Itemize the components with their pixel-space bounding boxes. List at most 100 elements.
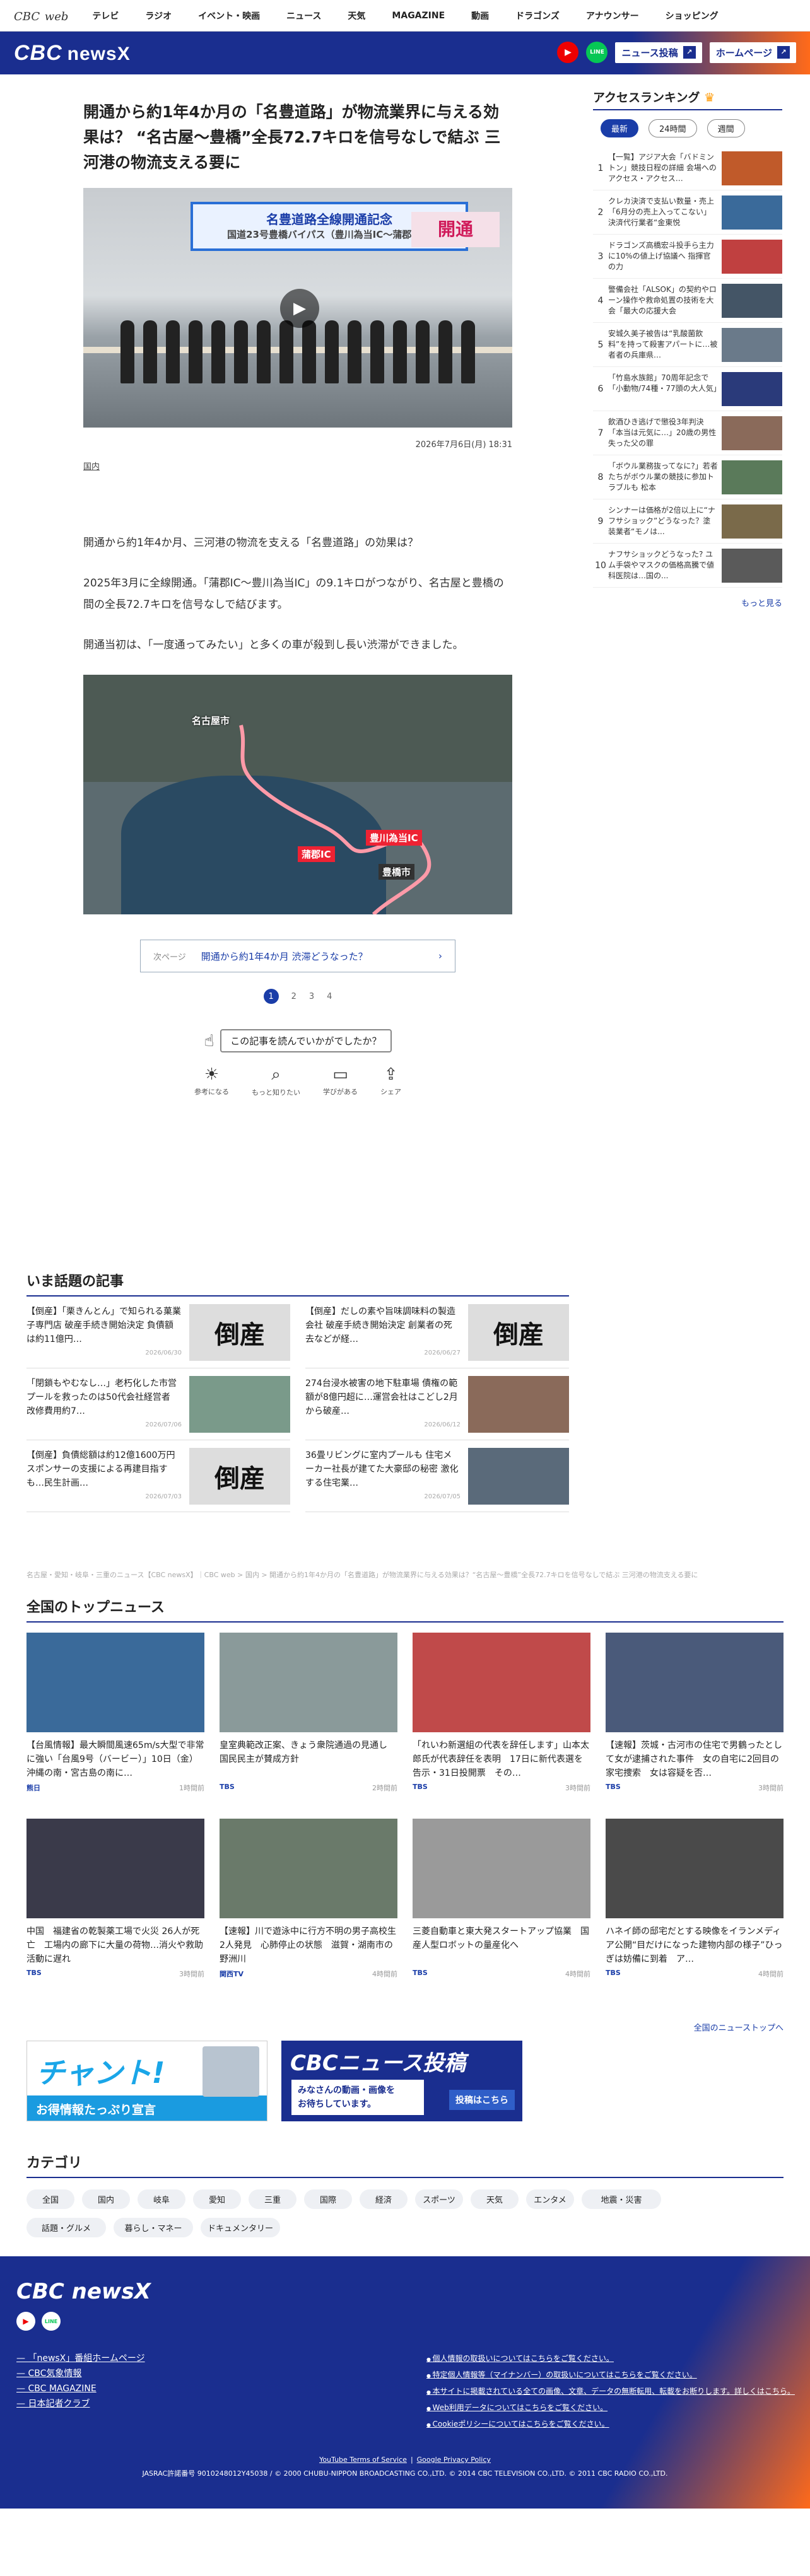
page-2[interactable]: 2 <box>291 992 296 1001</box>
trend-item[interactable]: 274台浸水被害の地下駐車場 債権の範額が8億円超に…運営会社はこどし2月から破… <box>305 1368 569 1440</box>
footer-link[interactable]: 日本記者クラブ <box>16 2396 145 2411</box>
chant-banner[interactable]: チャント! お得情報たっぷり宣言 <box>26 2041 267 2121</box>
category-chip[interactable]: 愛知 <box>193 2189 241 2209</box>
page-4[interactable]: 4 <box>327 992 332 1001</box>
line-icon[interactable]: LINE <box>42 2312 61 2331</box>
rank-thumbnail <box>722 283 782 318</box>
legal-link[interactable]: Cookieポリシーについてはこちらをご覧ください。 <box>426 2416 795 2433</box>
reaction-learn[interactable]: ▭ 学びがある <box>323 1065 358 1097</box>
trend-item[interactable]: 「閉鎖もやむなし…」老朽化した市営プールを救ったのは50代会社経営者 改修費用約… <box>26 1368 290 1440</box>
nav-magazine[interactable]: MAGAZINE <box>392 11 445 21</box>
trend-item[interactable]: 36畳リビングに室内プールも 住宅メーカー社長が建てた大豪邸の秘密 激化する住宅… <box>305 1440 569 1512</box>
category-chip[interactable]: 経済 <box>360 2189 408 2209</box>
ranking-item[interactable]: 1 【一覧】アジア大会「バドミントン」競技日程の詳細 会場へのアクセス・アクセス… <box>593 146 782 190</box>
trend-title: 【倒産】だしの素や旨味調味料の製造会社 破産手続き開始決定 創業者の死去などが経… <box>305 1306 455 1344</box>
breadcrumb[interactable]: 名古屋・愛知・岐阜・三重のニュース【CBC newsX】｜CBC web > 国… <box>26 1570 784 1580</box>
page-1[interactable]: 1 <box>263 989 279 1004</box>
news-card[interactable]: 三菱自動車と東大発スタートアップ協業 国産人型ロボットの量産化へ TBS 4時間前 <box>413 1819 590 2005</box>
yt-terms-link[interactable]: YouTube Terms of Service <box>319 2456 407 2464</box>
gpp-link[interactable]: Google Privacy Policy <box>417 2456 491 2464</box>
page-3[interactable]: 3 <box>309 992 314 1001</box>
category-chip[interactable]: 天気 <box>471 2189 519 2209</box>
news-source: TBS <box>26 1969 42 1977</box>
nav-radio[interactable]: ラジオ <box>145 9 172 22</box>
legal-link[interactable]: 特定個人情報等（マイナンバー）の取扱いについてはこちらをご覧ください。 <box>426 2367 795 2384</box>
youtube-icon[interactable]: ▶ <box>16 2312 35 2331</box>
news-card[interactable]: 「れいわ新選組の代表を辞任します」山本太郎氏が代表辞任を表明 17日に新代表選を… <box>413 1633 590 1819</box>
category-chip[interactable]: エンタメ <box>526 2189 574 2209</box>
category-chip[interactable]: 国内 <box>82 2189 130 2209</box>
ranking-item[interactable]: 8 「ボウル業務抜ってなに?」若者たちがボウル業の競技に参加トラブルも 松本 <box>593 455 782 499</box>
nav-weather[interactable]: 天気 <box>348 9 365 22</box>
category-chip[interactable]: 全国 <box>26 2189 74 2209</box>
trend-item[interactable]: 【倒産】負債総額は約12億1600万円 スポンサーの支援による再建目指すも…民生… <box>26 1440 290 1512</box>
legal-link[interactable]: Web利用データについてはこちらをご覧ください。 <box>426 2400 795 2416</box>
footer-logo[interactable]: CBC newsX <box>16 2279 151 2304</box>
reaction-share[interactable]: ⇪ シェア <box>380 1065 401 1097</box>
footer-link[interactable]: 「newsX」番組ホームページ <box>16 2351 144 2366</box>
category-chip[interactable]: 岐阜 <box>138 2189 185 2209</box>
footer-link[interactable]: CBC MAGAZINE <box>16 2381 145 2396</box>
news-title: 「れいわ新選組の代表を辞任します」山本太郎氏が代表辞任を表明 17日に新代表選を… <box>413 1740 589 1778</box>
tab-latest[interactable]: 最新 <box>601 119 639 137</box>
reaction-more[interactable]: ⌕ もっと知りたい <box>252 1065 300 1097</box>
tab-weekly[interactable]: 週間 <box>707 119 745 137</box>
category-chip[interactable]: スポーツ <box>415 2189 463 2209</box>
news-post-banner[interactable]: CBCニュース投稿 みなさんの動画・画像を お待ちしています。 投稿はこちら <box>281 2041 522 2121</box>
copyright: YouTube Terms of Service | Google Privacy … <box>142 2456 668 2478</box>
newsx-logo[interactable]: CBC newsX <box>14 41 131 66</box>
next-page-link[interactable]: 次ページ 開通から約1年4か月 渋滞どうなった？ › <box>140 940 455 972</box>
ranking-item[interactable]: 2 クレカ決済で支払い数量・売上「6月分の売上入ってこない」決済代行業者“金東悦 <box>593 190 782 235</box>
news-post-banner-button[interactable]: 投稿はこちら <box>449 2090 515 2110</box>
ranking-item[interactable]: 6 「竹島水族館」70周年記念で「小動物/74種・77頭の大人気」 <box>593 367 782 411</box>
reaction-helpful[interactable]: ☀ 参考になる <box>194 1065 229 1097</box>
nav-announcer[interactable]: アナウンサー <box>586 9 639 22</box>
category-chip[interactable]: 三重 <box>249 2189 296 2209</box>
category-chip[interactable]: 地震・災害 <box>582 2189 661 2209</box>
news-post-banner-title: CBCニュース投稿 <box>290 2051 466 2076</box>
category-chip[interactable]: 国際 <box>304 2189 352 2209</box>
news-card[interactable]: 中国 福建省の乾製薬工場で火災 26人が死亡 工場内の廊下に大量の荷物…消火や救… <box>26 1819 204 2005</box>
footer-link[interactable]: CBC気象情報 <box>16 2366 145 2381</box>
ranking-item[interactable]: 5 安城久美子被告は“乳酸菌飲料”を持って殺害アパートに…被者者の兵庫県… <box>593 323 782 367</box>
ranking-item[interactable]: 3 ドラゴンズ高橋宏斗投手ら主力に10%の値上げ協議へ 指揮官の力 <box>593 235 782 279</box>
nav-event[interactable]: イベント・映画 <box>198 9 260 22</box>
nav-news[interactable]: ニュース <box>286 9 321 22</box>
more-link[interactable]: もっと見る <box>593 597 782 609</box>
news-card[interactable]: 【速報】茨城・古河市の住宅で男鶴ったとして女が逮捕された事件 女の自宅に2回目の… <box>606 1633 784 1819</box>
youtube-icon[interactable]: ▶ <box>557 42 579 63</box>
legal-link[interactable]: 個人情報の取扱いについてはこちらをご覧ください。 <box>426 2351 795 2367</box>
article-category[interactable]: 国内 <box>83 460 512 472</box>
category-chip[interactable]: 暮らし・マネー <box>114 2218 193 2237</box>
legal-link[interactable]: 本サイトに掲載されている全ての画像、文章、データの無断転用、転載をお断りします。… <box>426 2384 795 2400</box>
play-icon[interactable]: ▶ <box>280 289 319 328</box>
news-post-button[interactable]: ニュース投稿 ↗ <box>615 42 702 63</box>
category-chip[interactable]: 話題・グルメ <box>26 2218 106 2237</box>
ranking-item[interactable]: 7 飲酒ひき逃げで懲役3年判決「本当は元気に…」20歳の男性失った父の罪 <box>593 411 782 455</box>
news-title: 【速報】川で遊泳中に行方不明の男子高校生2人発見 心肺停止の状態 滋賀・湖南市の… <box>220 1926 396 1964</box>
news-card[interactable]: 【台風情報】最大瞬間風速65m/s大型で非常に強い「台風9号（バービー）」10日… <box>26 1633 204 1819</box>
nav-video[interactable]: 動画 <box>471 9 489 22</box>
nav-tv[interactable]: テレビ <box>92 9 119 22</box>
tab-24h[interactable]: 24時間 <box>649 119 697 137</box>
nav-dragons[interactable]: ドラゴンズ <box>515 9 560 22</box>
trend-item[interactable]: 【倒産】「栗きんとん」で知られる菓業子専門店 破産手続き開始決定 負債額は約11… <box>26 1297 290 1368</box>
top-news-more-link[interactable]: 全国のニューストップへ <box>26 2021 784 2033</box>
homepage-button[interactable]: ホームページ ↗ <box>709 42 796 63</box>
logo-text: CBC <box>14 9 40 23</box>
category-chip[interactable]: ドキュメンタリー <box>201 2218 280 2237</box>
trend-item[interactable]: 【倒産】だしの素や旨味調味料の製造会社 破産手続き開始決定 創業者の死去などが経… <box>305 1297 569 1368</box>
bulb-icon: ☀ <box>204 1065 220 1084</box>
nav-shopping[interactable]: ショッピング <box>666 9 719 22</box>
news-card[interactable]: ハネイ師の邸宅だとする映像をイランメディア公開“目だけになった建物内部の様子”ひ… <box>606 1819 784 2005</box>
ranking-item[interactable]: 9 シンナーは価格が2倍以上に“ナフサショック”どうなった？塗装業者“モノは... <box>593 499 782 544</box>
ranking-item[interactable]: 4 警備会社「ALSOK」の契約やローン操作や救命処置の技術を大会「最大の応援大会 <box>593 279 782 323</box>
ranking-item[interactable]: 10 ナフサショックどうなった? ユム手袋やマスクの価格高騰で値科医院は…国の..… <box>593 544 782 588</box>
cbcweb-logo[interactable]: CBC web <box>14 8 68 24</box>
hero-video[interactable]: 名豊道路全線開通記念 国道23号豊橋バイパス（豊川為当IC～蒲郡IC） 開通 ▶ <box>83 188 512 428</box>
news-card[interactable]: 皇室典範改正案、きょう衆院通過の見通し 国民民主が賛成方針 TBS 2時間前 <box>220 1633 397 1819</box>
trend-text: 274台浸水被害の地下駐車場 債権の範額が8億円超に…運営会社はこどし2月から破… <box>305 1377 468 1432</box>
line-icon[interactable]: LINE <box>586 42 608 63</box>
news-card[interactable]: 【速報】川で遊泳中に行方不明の男子高校生2人発見 心肺停止の状態 滋賀・湖南市の… <box>220 1819 397 2005</box>
reactions: ☀ 参考になる ⌕ もっと知りたい ▭ 学びがある ⇪ シェア <box>83 1065 512 1097</box>
